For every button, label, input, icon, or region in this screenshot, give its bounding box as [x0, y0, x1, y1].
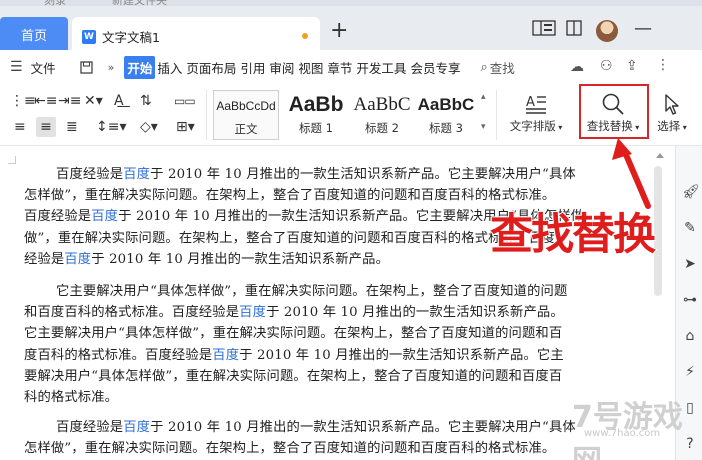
rocket-icon[interactable]: 🚀︎ [682, 184, 700, 200]
decrease-indent-icon[interactable]: ⇤≡ [34, 94, 57, 108]
style-heading-3-label: 标题 3 [429, 121, 463, 135]
align-right-icon[interactable]: ≣ [66, 120, 78, 134]
menu-start[interactable]: 开始 [124, 55, 156, 79]
justify-icon[interactable]: ≡ [36, 117, 56, 137]
style-heading-3[interactable]: AaBbC 标题 3 [413, 90, 479, 140]
highlighted-keyword: 百度 [123, 167, 151, 182]
minimize-icon[interactable]: — [634, 18, 652, 39]
tab-bar: 首页 W 文字文稿1 + — [0, 6, 702, 56]
menu-view[interactable]: 视图 [296, 58, 325, 77]
save-icon[interactable] [76, 60, 98, 74]
user-avatar[interactable] [596, 20, 618, 42]
page-corner-mark [8, 156, 16, 164]
menu-file[interactable]: 文件 [29, 58, 58, 77]
style-heading-2[interactable]: AaBbC 标题 2 [349, 90, 415, 140]
watermark-logo: 7号游戏网 [572, 400, 683, 460]
scroll-up-arrow-icon[interactable] [656, 153, 664, 158]
line-spacing-icon[interactable]: ↕≡▾ [96, 120, 127, 134]
style-heading-1-sample: AaBb [288, 93, 344, 116]
cursor-icon[interactable]: ➤ [682, 256, 698, 272]
menu-search[interactable]: ⌕ 查找 [480, 58, 514, 77]
tab-document-title: 文字文稿1 [102, 30, 160, 45]
menu-section[interactable]: 章节 [325, 58, 354, 77]
unsaved-indicator-icon [302, 33, 308, 39]
menu-review[interactable]: 审阅 [267, 58, 296, 77]
select-button[interactable]: 选择 ▾ [652, 90, 692, 134]
select-label: 选择 [657, 119, 681, 133]
text-line: 度百科的格式标准。百度经验是百度于 2010 年 10 月推出的一款生活知识系新… [24, 347, 564, 363]
document-canvas[interactable]: 百度经验是百度于 2010 年 10 月推出的一款生活知识系新产品。它主要解决用… [0, 146, 670, 460]
paragraph-2: 它主要解决用户“具体怎样做”，重在解决实际问题。在架构上，整合了百度知道的问题和… [24, 281, 644, 408]
paragraph-3: 百度经验是百度于 2010 年 10 月推出的一款生活知识系新产品。它主要解决用… [24, 417, 644, 459]
sort-icon[interactable]: ⇅ [140, 94, 152, 108]
chinese-layout-icon[interactable]: ✕▾ [84, 94, 103, 108]
align-left-icon[interactable]: ≡ [14, 120, 26, 134]
highlighted-keyword: 百度 [64, 251, 92, 267]
menu-search-label: 查找 [489, 60, 515, 76]
text-line: 百度经验是百度于 2010 年 10 月推出的一款生活知识系新产品。它主要解决用… [56, 420, 576, 435]
text-line: 百度经验是百度于 2010 年 10 月推出的一款生活知识系新产品。它主要解决用… [56, 167, 576, 182]
more-options-icon[interactable]: ⋮ [656, 57, 670, 73]
style-normal[interactable]: AaBbCcDd 正文 [213, 90, 279, 140]
style-heading-1-label: 标题 1 [299, 121, 333, 135]
menu-member[interactable]: 会员专享 [408, 58, 462, 77]
borders-icon[interactable]: ⊞▾ [176, 120, 195, 134]
gallery-scroll-up-icon[interactable]: ▴ [481, 92, 486, 102]
divider [206, 90, 207, 140]
text-line: 科的格式标准。 [24, 390, 119, 406]
style-heading-2-sample: AaBbC [353, 94, 411, 115]
window-tile-icon[interactable] [566, 20, 582, 40]
adjust-icon[interactable]: ⊶ [682, 292, 698, 308]
search-icon: ⌕ [480, 59, 488, 75]
text-layout-label: 文字排版 [509, 119, 556, 133]
style-heading-1[interactable]: AaBb 标题 1 [283, 90, 349, 140]
gallery-expand-icon[interactable]: ▾ [481, 122, 486, 132]
lightning-icon[interactable]: ⚡︎ [682, 364, 698, 380]
shading-icon[interactable]: ◇▾ [140, 120, 158, 134]
vertical-scrollbar[interactable] [654, 166, 662, 296]
collaborate-icon[interactable]: ⚇ [600, 58, 613, 74]
bullet-list-icon[interactable]: ⋮≡ [10, 94, 36, 108]
text-layout-button[interactable]: A 文字排版 ▾ [506, 90, 566, 134]
layout-switch-icon[interactable] [532, 20, 556, 40]
style-gallery: AaBbCcDd 正文 AaBb 标题 1 AaBbC 标题 2 AaBbC 标… [213, 88, 491, 142]
style-normal-label: 正文 [234, 122, 258, 136]
menu-page-layout[interactable]: 页面布局 [184, 58, 238, 77]
find-replace-highlight-box [579, 84, 649, 139]
menu-insert[interactable]: 插入 [155, 58, 184, 77]
text-layout-icon: A [506, 90, 566, 118]
cloud-sync-icon[interactable]: ☁ [570, 59, 584, 75]
text-direction-icon[interactable]: A͟ [114, 94, 124, 108]
menu-bar: ☰ 文件 » 开始 插入 页面布局 引用 审阅 视图 章节 开发工具 会员专享 … [0, 50, 702, 84]
text-line: 和百度百科的格式标准。百度经验是百度于 2010 年 10 月推出的一款生活知识… [24, 305, 564, 321]
new-tab-button[interactable]: + [330, 20, 348, 42]
writer-doc-icon: W [82, 29, 96, 44]
menu-reference[interactable]: 引用 [238, 58, 267, 77]
highlighted-keyword: 百度 [212, 347, 240, 363]
highlighted-keyword: 百度 [91, 209, 119, 225]
svg-text:A: A [526, 95, 535, 110]
highlighted-keyword: 百度 [123, 420, 151, 435]
menu-developer[interactable]: 开发工具 [354, 58, 408, 77]
style-heading-3-sample: AaBbC [417, 95, 475, 114]
more-tools-icon[interactable]: » [108, 61, 115, 74]
pen-icon[interactable]: ✎ [682, 220, 698, 236]
style-normal-sample: AaBbCcDd [216, 99, 276, 113]
increase-indent-icon[interactable]: ⇥≡ [58, 94, 81, 108]
style-heading-2-label: 标题 2 [365, 121, 399, 135]
annotation-label: 查找替换 [489, 209, 657, 261]
robot-icon[interactable]: ⌂ [682, 328, 698, 344]
share-icon[interactable]: ⇪ [626, 58, 638, 74]
tab-home[interactable]: 首页 [0, 17, 68, 51]
watermark-url: www.7hao.com [584, 428, 661, 439]
text-line: 怎样做”，重在解决实际问题。在架构上，整合了百度知道的问题和百度百科的格式标准。 [24, 441, 556, 457]
text-line: 要解决用户“具体怎样做”，重在解决实际问题。在架构上，整合了百度知道的问题和百度… [24, 368, 563, 384]
hamburger-menu-icon[interactable]: ☰ [10, 59, 23, 75]
cursor-arrow-icon [652, 90, 692, 118]
text-line: 它主要解决用户“具体怎样做”，重在解决实际问题。在架构上，整合了百度知道的问题和… [24, 326, 563, 342]
show-marks-icon[interactable]: ▭▭ [174, 94, 196, 108]
divider [496, 90, 497, 140]
highlighted-keyword: 百度 [239, 305, 267, 321]
text-line: 它主要解决用户“具体怎样做”，重在解决实际问题。在架构上，整合了百度知道的问题 [56, 284, 568, 299]
